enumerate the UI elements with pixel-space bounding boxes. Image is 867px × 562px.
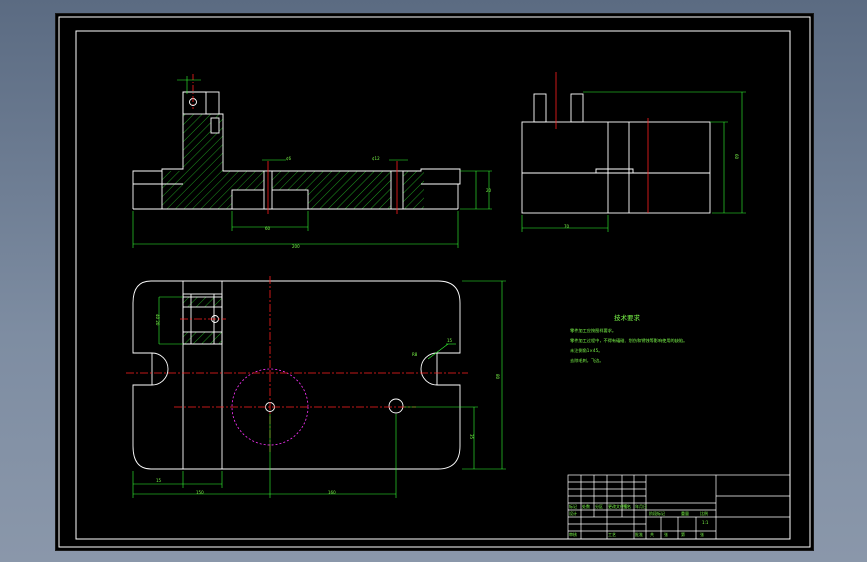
top-dimensions [132, 280, 506, 498]
dim-top-r8: R8 [412, 352, 418, 357]
title-block-labels: 标记 处数 分区 更改文件号 签名 年月日 设计 审核 工艺 批准 阶段标记 重… [569, 503, 709, 537]
notes-title: 技术要求 [614, 313, 641, 322]
svg-text:共: 共 [650, 531, 654, 537]
dim-top-160: 160 [328, 490, 336, 495]
top-hole-right [388, 398, 404, 414]
notes-line-2: 零件加工过程中，不得有磕碰、划伤和锈蚀等影响使用的缺陷。 [570, 337, 687, 344]
top-outline [132, 280, 461, 470]
svg-text:年月日: 年月日 [635, 503, 647, 509]
notes-line-4: 去除毛刺，飞边。 [570, 357, 604, 364]
dim-side-width: 70 [564, 224, 570, 229]
front-view [132, 91, 461, 210]
outer-frame [58, 16, 811, 548]
notes-line-3: 未注倒角1×45。 [570, 347, 602, 354]
svg-text:设计: 设计 [569, 510, 577, 516]
cad-drawing-canvas[interactable]: 200 60 ¢6 ¢12 20 70 60 15 150 160 80 R8 … [56, 14, 813, 550]
dim-top-150: 150 [196, 490, 204, 495]
svg-text:批准: 批准 [635, 531, 643, 537]
dim-top-left-vertical: 40 20 [155, 314, 160, 326]
svg-text:阶段标记: 阶段标记 [649, 510, 665, 516]
svg-text:重量: 重量 [681, 510, 689, 516]
scale-value: 1:1 [702, 520, 709, 525]
dim-front-slot: 60 [265, 226, 271, 231]
dim-top-15-right: 15 [447, 338, 453, 343]
svg-text:审核: 审核 [569, 531, 577, 537]
side-view [521, 93, 711, 214]
svg-text:工艺: 工艺 [608, 532, 616, 537]
dim-top-80: 80 [495, 374, 500, 380]
svg-text:张: 张 [700, 531, 704, 537]
dim-front-width: 200 [292, 244, 300, 249]
svg-text:处数: 处数 [582, 503, 590, 509]
svg-text:张: 张 [664, 531, 668, 537]
dim-top-15: 15 [156, 478, 162, 483]
dim-top-35: 35 [469, 434, 474, 440]
svg-text:分区: 分区 [595, 503, 603, 509]
top-view [132, 280, 461, 470]
dim-pin-right: ¢12 [372, 156, 380, 161]
svg-text:标记: 标记 [569, 503, 577, 509]
dim-pin-left: ¢6 [286, 156, 292, 161]
notes-line-1: 零件加工应按图样要求。 [570, 327, 616, 334]
drawing-viewport[interactable]: 200 60 ¢6 ¢12 20 70 60 15 150 160 80 R8 … [55, 13, 814, 551]
svg-text:比例: 比例 [700, 510, 708, 516]
svg-text:第: 第 [681, 531, 685, 537]
dim-front-height: 20 [486, 188, 492, 193]
side-dimensions [521, 91, 746, 232]
dim-side-height: 60 [734, 154, 739, 160]
svg-text:签名: 签名 [623, 503, 631, 509]
